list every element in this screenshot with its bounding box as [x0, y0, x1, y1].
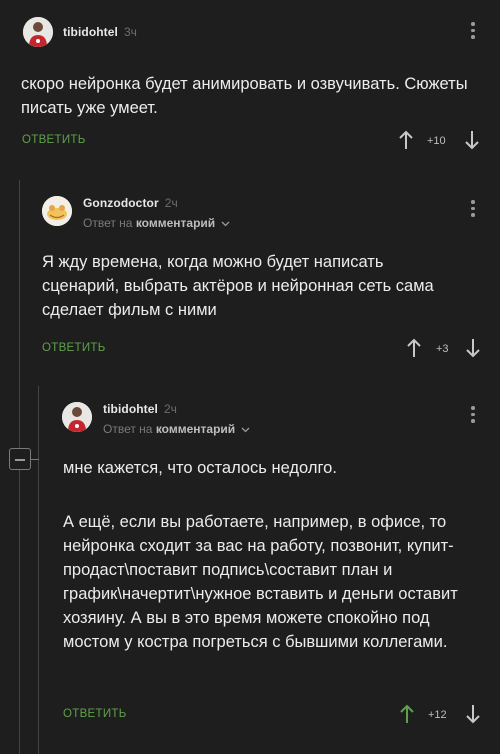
rating-value: +10	[427, 135, 446, 147]
comment-text: Я жду времена, когда можно будет написат…	[42, 253, 434, 319]
username[interactable]: tibidohtel	[103, 402, 158, 416]
comment-text: скоро нейронка будет анимировать и озвуч…	[21, 75, 468, 117]
reply-button[interactable]: ОТВЕТИТЬ	[22, 134, 86, 146]
reply-button[interactable]: ОТВЕТИТЬ	[42, 342, 106, 354]
rating-value: +3	[436, 343, 449, 355]
kebab-menu-icon[interactable]	[471, 200, 475, 220]
reply-button[interactable]: ОТВЕТИТЬ	[63, 708, 127, 720]
chevron-down-icon	[221, 221, 229, 227]
comment-text-paragraph-2: А ещё, если вы работаете, например, в оф…	[63, 513, 458, 651]
kebab-menu-icon[interactable]	[471, 406, 475, 426]
thread-connector	[31, 459, 39, 460]
reply-to-link[interactable]: Ответ на комментарий	[83, 216, 230, 230]
avatar[interactable]	[42, 196, 72, 226]
reply-to-prefix: Ответ на	[83, 216, 133, 230]
chevron-down-icon	[241, 427, 249, 433]
upvote-arrow-icon[interactable]	[400, 704, 414, 724]
reply-to-target: комментарий	[135, 216, 216, 230]
timestamp: 2ч	[164, 196, 178, 210]
timestamp: 3ч	[124, 25, 137, 39]
downvote-arrow-icon[interactable]	[465, 130, 479, 150]
upvote-arrow-icon[interactable]	[407, 338, 421, 358]
username[interactable]: Gonzodoctor	[83, 196, 159, 210]
reply-to-link[interactable]: Ответ на комментарий	[103, 422, 250, 436]
timestamp: 2ч	[164, 402, 177, 416]
avatar[interactable]	[62, 402, 92, 432]
thread-line-level2	[38, 386, 39, 754]
downvote-arrow-icon[interactable]	[466, 338, 480, 358]
reply-to-target: комментарий	[155, 422, 236, 436]
comment-text-paragraph-1: мне кажется, что осталось недолго.	[63, 459, 337, 477]
collapse-thread-button[interactable]	[9, 448, 31, 470]
upvote-arrow-icon[interactable]	[399, 130, 413, 150]
reply-to-prefix: Ответ на	[103, 422, 153, 436]
kebab-menu-icon[interactable]	[471, 22, 475, 42]
downvote-arrow-icon[interactable]	[466, 704, 480, 724]
avatar[interactable]	[23, 17, 53, 47]
username[interactable]: tibidohtel	[63, 25, 118, 39]
rating-value: +12	[428, 709, 447, 721]
